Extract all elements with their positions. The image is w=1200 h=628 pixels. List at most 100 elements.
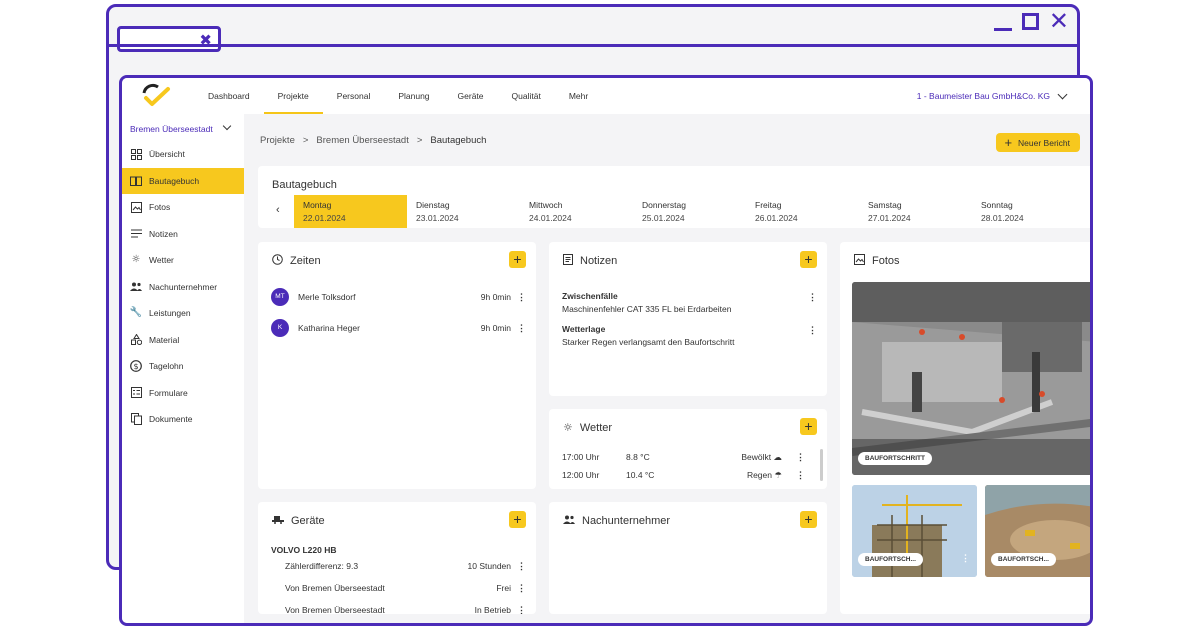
more-vert-icon[interactable]: ⋮ — [796, 452, 805, 462]
browser-tab[interactable]: ✖ — [117, 26, 221, 52]
new-report-label: Neuer Bericht — [1018, 137, 1070, 148]
note-heading: Wetterlage — [562, 324, 606, 334]
nav-geraete[interactable]: Geräte — [444, 78, 498, 114]
day-tab-samstag[interactable]: Samstag 27.01.2024 — [859, 195, 972, 228]
documents-icon — [130, 413, 142, 426]
sidebar-item-nachunternehmer[interactable]: Nachunternehmer — [122, 274, 244, 301]
close-icon[interactable]: ✕ — [1049, 9, 1069, 33]
weather-condition-label: Bewölkt — [741, 451, 772, 462]
wrench-icon: 🔧 — [129, 307, 143, 319]
list-item[interactable]: K Katharina Heger 9h 0min ⋮ — [271, 318, 526, 338]
weather-time: 12:00 Uhr — [562, 470, 600, 480]
main-content: Projekte > Bremen Überseestadt > Bautage… — [244, 114, 1090, 623]
sidebar-item-dokumente[interactable]: Dokumente — [122, 406, 244, 433]
sidebar-item-bautagebuch[interactable]: Bautagebuch — [122, 167, 244, 194]
day-date: 23.01.2024 — [416, 212, 459, 223]
weather-temp: 8.8 °C — [626, 452, 650, 462]
photo-excavation[interactable]: BAUFORTSCH... — [985, 485, 1090, 577]
nav-projekte[interactable]: Projekte — [263, 78, 323, 114]
chevron-left-icon[interactable]: ‹ — [276, 205, 280, 216]
list-item[interactable]: Von Bremen Überseestadt In Betrieb ⋮ — [285, 605, 526, 614]
day-tab-sonntag[interactable]: Sonntag 28.01.2024 — [972, 195, 1085, 228]
day-tab-freitag[interactable]: Freitag 26.01.2024 — [746, 195, 859, 228]
more-vert-icon[interactable]: ⋮ — [796, 470, 805, 480]
more-vert-icon[interactable]: ⋮ — [517, 561, 526, 571]
svg-text:$: $ — [133, 362, 138, 371]
more-vert-icon[interactable]: ⋮ — [517, 605, 526, 614]
chevron-down-icon[interactable] — [1057, 89, 1068, 100]
sidebar-item-formulare[interactable]: Formulare — [122, 380, 244, 407]
day-date: 25.01.2024 — [642, 212, 685, 223]
new-report-button[interactable]: + Neuer Bericht — [996, 133, 1080, 152]
sidebar-item-fotos[interactable]: Fotos — [122, 194, 244, 221]
sidebar-item-wetter[interactable]: ☼ Wetter — [122, 247, 244, 274]
more-vert-icon[interactable]: ⋮ — [808, 325, 817, 335]
day-tab-mittwoch[interactable]: Mittwoch 24.01.2024 — [520, 195, 633, 228]
nav-qualitaet[interactable]: Qualität — [498, 78, 555, 114]
breadcrumb-project[interactable]: Bremen Überseestadt — [316, 135, 408, 146]
more-vert-icon[interactable]: ⋮ — [517, 323, 526, 333]
logo-icon[interactable] — [138, 81, 178, 111]
nav-planung[interactable]: Planung — [384, 78, 443, 114]
sidebar-item-label: Formulare — [149, 387, 188, 398]
card-title: Zeiten — [290, 255, 321, 267]
sidebar-item-label: Leistungen — [149, 308, 191, 319]
person-name: Merle Tolksdorf — [298, 292, 356, 302]
more-vert-icon[interactable]: ⋮ — [517, 292, 526, 302]
day-tab-montag[interactable]: Montag 22.01.2024 — [294, 195, 407, 228]
add-geraet-button[interactable]: + — [509, 511, 526, 528]
titlebar-divider — [109, 44, 1077, 47]
company-selector[interactable]: 1 - Baumeister Bau GmbH&Co. KG — [917, 78, 1050, 114]
dashboard-icon — [130, 148, 142, 160]
sidebar-item-label: Wetter — [149, 255, 174, 266]
day-tab-donnerstag[interactable]: Donnerstag 25.01.2024 — [633, 195, 746, 228]
chevron-down-icon — [222, 121, 232, 131]
breadcrumb-separator: > — [416, 135, 423, 146]
list-item[interactable]: Von Bremen Überseestadt Frei ⋮ — [285, 583, 526, 595]
add-wetter-button[interactable]: + — [800, 418, 817, 435]
sidebar-item-material[interactable]: Material — [122, 327, 244, 354]
add-nachunternehmer-button[interactable]: + — [800, 511, 817, 528]
nav-dashboard[interactable]: Dashboard — [194, 78, 264, 114]
nav-mehr[interactable]: Mehr — [555, 78, 602, 114]
list-item[interactable]: MT Merle Tolksdorf 9h 0min ⋮ — [271, 287, 526, 307]
add-notiz-button[interactable]: + — [800, 251, 817, 268]
plus-icon: + — [1004, 135, 1013, 150]
breadcrumb: Projekte > Bremen Überseestadt > Bautage… — [260, 135, 486, 146]
sun-icon: ☼ — [131, 254, 141, 266]
minimize-icon[interactable] — [993, 27, 1012, 31]
list-item[interactable]: 17:00 Uhr 8.8 °C Bewölkt ☁ ⋮ — [562, 451, 805, 463]
row-value: Frei — [496, 583, 511, 593]
breadcrumb-projekte[interactable]: Projekte — [260, 135, 295, 146]
sidebar-item-uebersicht[interactable]: Übersicht — [122, 141, 244, 168]
day-name: Freitag — [755, 200, 782, 210]
scrollbar[interactable] — [820, 449, 823, 481]
sidebar-item-label: Übersicht — [149, 149, 185, 160]
sidebar-item-tagelohn[interactable]: $ Tagelohn — [122, 353, 244, 380]
list-item[interactable]: 12:00 Uhr 10.4 °C Regen ☂ ⋮ — [562, 469, 805, 481]
list-item[interactable]: Zählerdifferenz: 9.3 10 Stunden ⋮ — [285, 561, 526, 573]
app-window: Dashboard Projekte Personal Planung Gerä… — [119, 75, 1093, 626]
project-selector[interactable]: Bremen Überseestadt — [122, 117, 244, 141]
maximize-icon[interactable] — [1021, 12, 1039, 30]
day-date: 26.01.2024 — [755, 212, 798, 223]
vehicle-icon — [272, 514, 284, 527]
photo-crane[interactable]: BAUFORTSCH... ⋮ — [852, 485, 977, 577]
cloud-icon: ☁ — [773, 452, 783, 463]
sidebar-item-leistungen[interactable]: 🔧 Leistungen — [122, 300, 244, 327]
more-vert-icon[interactable]: ⋮ — [517, 583, 526, 593]
photo-construction-site[interactable]: BAUFORTSCHRITT — [852, 282, 1090, 475]
add-zeit-button[interactable]: + — [509, 251, 526, 268]
more-vert-icon[interactable]: ⋮ — [961, 553, 970, 563]
avatar: MT — [271, 288, 289, 306]
list-item[interactable]: Zwischenfälle Maschinenfehler CAT 335 FL… — [562, 290, 817, 315]
list-item[interactable]: Wetterlage Starker Regen verlangsamt den… — [562, 323, 817, 348]
sidebar-item-notizen[interactable]: Notizen — [122, 221, 244, 248]
more-vert-icon[interactable]: ⋮ — [808, 292, 817, 302]
fotos-card: Fotos BAUFORTSCHRITT BAUFORTSCH... ⋮ BAU… — [840, 242, 1090, 614]
day-date: 28.01.2024 — [981, 212, 1024, 223]
sidebar-item-label: Dokumente — [149, 414, 193, 425]
nav-personal[interactable]: Personal — [323, 78, 385, 114]
day-tab-dienstag[interactable]: Dienstag 23.01.2024 — [407, 195, 520, 228]
rain-icon: ☂ — [774, 470, 782, 481]
